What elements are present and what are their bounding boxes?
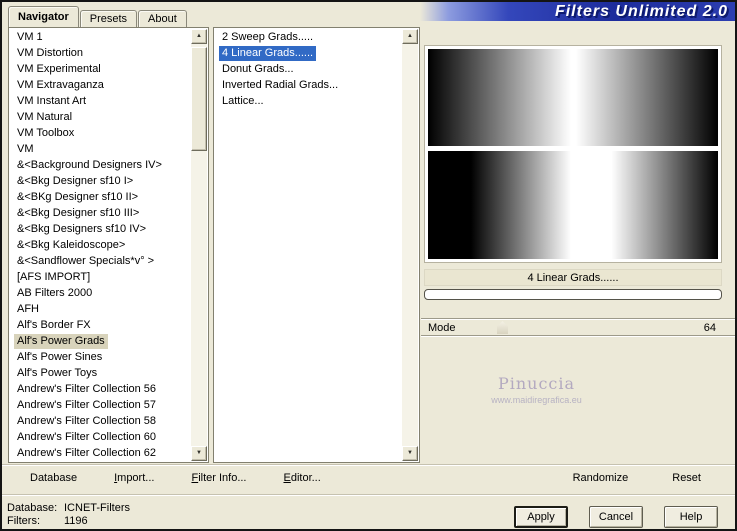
preview-caption: 4 Linear Grads...... (424, 269, 722, 286)
status-database-value: ICNET-Filters (64, 502, 130, 514)
logo-banner: Filters Unlimited 2.0 (420, 2, 735, 21)
status-bar: Database: ICNET-Filters Filters: 1196 Ap… (2, 494, 735, 529)
navigator-list-item[interactable]: &<BKg Designer sf10 II> (10, 190, 191, 206)
arrow-down-icon: ▼ (407, 450, 413, 456)
arrow-up-icon: ▲ (196, 33, 202, 39)
toolbar-button[interactable]: Editor... (283, 472, 320, 484)
toolbar-left-group: Database Import... Filter Info... Editor… (2, 472, 321, 484)
filter-list-item[interactable]: 2 Sweep Grads..... (215, 30, 402, 46)
navigator-list-item[interactable]: &<Background Designers IV> (10, 158, 191, 174)
status-database: Database: ICNET-Filters (7, 502, 130, 514)
navigator-list-item[interactable]: Andrew's Filter Collection 56 (10, 382, 191, 398)
navigator-list-item[interactable]: &<Bkg Kaleidoscope> (10, 238, 191, 254)
tab-bar: Navigator Presets About (8, 6, 188, 27)
cancel-button[interactable]: Cancel (589, 506, 643, 528)
status-database-label: Database: (7, 502, 58, 514)
toolbar-button[interactable]: Randomize (573, 472, 629, 484)
scroll-up-button[interactable]: ▲ (402, 29, 418, 44)
watermark-url: www.maidiregrafica.eu (491, 395, 582, 405)
arrow-down-icon: ▼ (196, 450, 202, 456)
watermark-title: Pinuccia (497, 374, 576, 393)
toolbar-right-group: Randomize Reset (573, 472, 735, 484)
preview-gradient-top-right (575, 49, 718, 146)
navigator-list-item[interactable]: [AFS IMPORT] (10, 270, 191, 286)
preview-gradient-bottom-right (575, 151, 718, 259)
navigator-list-item[interactable]: VM Distortion (10, 46, 191, 62)
navigator-list-item[interactable]: VM Experimental (10, 62, 191, 78)
navigator-list-item[interactable]: VM 1 (10, 30, 191, 46)
filter-list: 2 Sweep Grads..... 4 Linear Grads...... … (213, 27, 420, 463)
navigator-list-item[interactable]: AB Filters 2000 (10, 286, 191, 302)
navigator-scrollbar[interactable]: ▲ ▼ (191, 29, 207, 461)
toolbar-button[interactable]: Import... (114, 472, 154, 484)
navigator-list-item[interactable]: Andrew's Filter Collection 57 (10, 398, 191, 414)
navigator-list-item[interactable]: Andrew's Filter Collection 58 (10, 414, 191, 430)
status-filters: Filters: 1196 (7, 515, 88, 527)
preview-gradient-top-left (428, 49, 571, 146)
help-button[interactable]: Help (664, 506, 718, 528)
navigator-list-item[interactable]: VM Instant Art (10, 94, 191, 110)
tab[interactable]: About (138, 10, 187, 27)
apply-button[interactable]: Apply (514, 506, 568, 528)
navigator-list-item[interactable]: VM (10, 142, 191, 158)
watermark: Pinuccia www.maidiregrafica.eu (424, 374, 649, 405)
filter-list-item[interactable]: Donut Grads... (215, 62, 402, 78)
navigator-list-item[interactable]: VM Extravaganza (10, 78, 191, 94)
status-filters-value: 1196 (64, 515, 88, 527)
navigator-list-item[interactable]: Alf's Power Toys (10, 366, 191, 382)
navigator-list-item[interactable]: &<Bkg Designer sf10 III> (10, 206, 191, 222)
mode-slider[interactable]: Mode 64 (421, 318, 735, 336)
navigator-list-rows: VM 1 VM Distortion VM Experimental VM Ex… (10, 28, 191, 461)
preview-panel (424, 45, 722, 263)
app-logo-text: Filters Unlimited 2.0 (554, 2, 728, 20)
toolbar: Database Import... Filter Info... Editor… (2, 464, 735, 490)
navigator-list-item[interactable]: &<Bkg Designer sf10 I> (10, 174, 191, 190)
navigator-list-item[interactable]: &<Sandflower Specials*v° > (10, 254, 191, 270)
preview-gradient-bottom-left (428, 151, 571, 259)
arrow-up-icon: ▲ (407, 33, 413, 39)
status-filters-label: Filters: (7, 515, 40, 527)
toolbar-button[interactable]: Filter Info... (191, 472, 246, 484)
navigator-list-item[interactable]: VM Natural (10, 110, 191, 126)
mode-label: Mode (428, 322, 456, 334)
scroll-down-button[interactable]: ▼ (402, 446, 418, 461)
progress-bar (424, 289, 722, 300)
navigator-list: VM 1 VM Distortion VM Experimental VM Ex… (8, 27, 209, 463)
mode-value: 64 (703, 322, 716, 334)
scroll-up-button[interactable]: ▲ (191, 29, 207, 44)
filters-unlimited-window: Filters Unlimited 2.0 Navigator Presets … (0, 0, 737, 531)
navigator-list-item[interactable]: Alf's Border FX (10, 318, 191, 334)
navigator-list-item[interactable]: Andrew's Filter Collection 60 (10, 430, 191, 446)
navigator-list-item[interactable]: AFH (10, 302, 191, 318)
scroll-thumb[interactable] (191, 47, 207, 151)
filter-scrollbar[interactable]: ▲ ▼ (402, 29, 418, 461)
mode-slider-thumb[interactable] (497, 321, 508, 334)
filter-list-item[interactable]: 4 Linear Grads...... (215, 46, 402, 62)
navigator-list-item[interactable]: &<Bkg Designers sf10 IV> (10, 222, 191, 238)
tab[interactable]: Navigator (8, 6, 79, 27)
navigator-list-item[interactable]: VM Toolbox (10, 126, 191, 142)
toolbar-button[interactable]: Reset (672, 472, 701, 484)
filter-list-item[interactable]: Inverted Radial Grads... (215, 78, 402, 94)
scroll-down-button[interactable]: ▼ (191, 446, 207, 461)
navigator-list-item[interactable]: Alf's Power Grads (10, 334, 191, 350)
navigator-list-item[interactable]: Alf's Power Sines (10, 350, 191, 366)
toolbar-button[interactable]: Database (30, 472, 77, 484)
navigator-list-item[interactable]: Andrew's Filter Collection 62 (10, 446, 191, 461)
tab[interactable]: Presets (79, 10, 138, 27)
filter-list-rows: 2 Sweep Grads..... 4 Linear Grads...... … (215, 28, 402, 461)
filter-list-item[interactable]: Lattice... (215, 94, 402, 110)
